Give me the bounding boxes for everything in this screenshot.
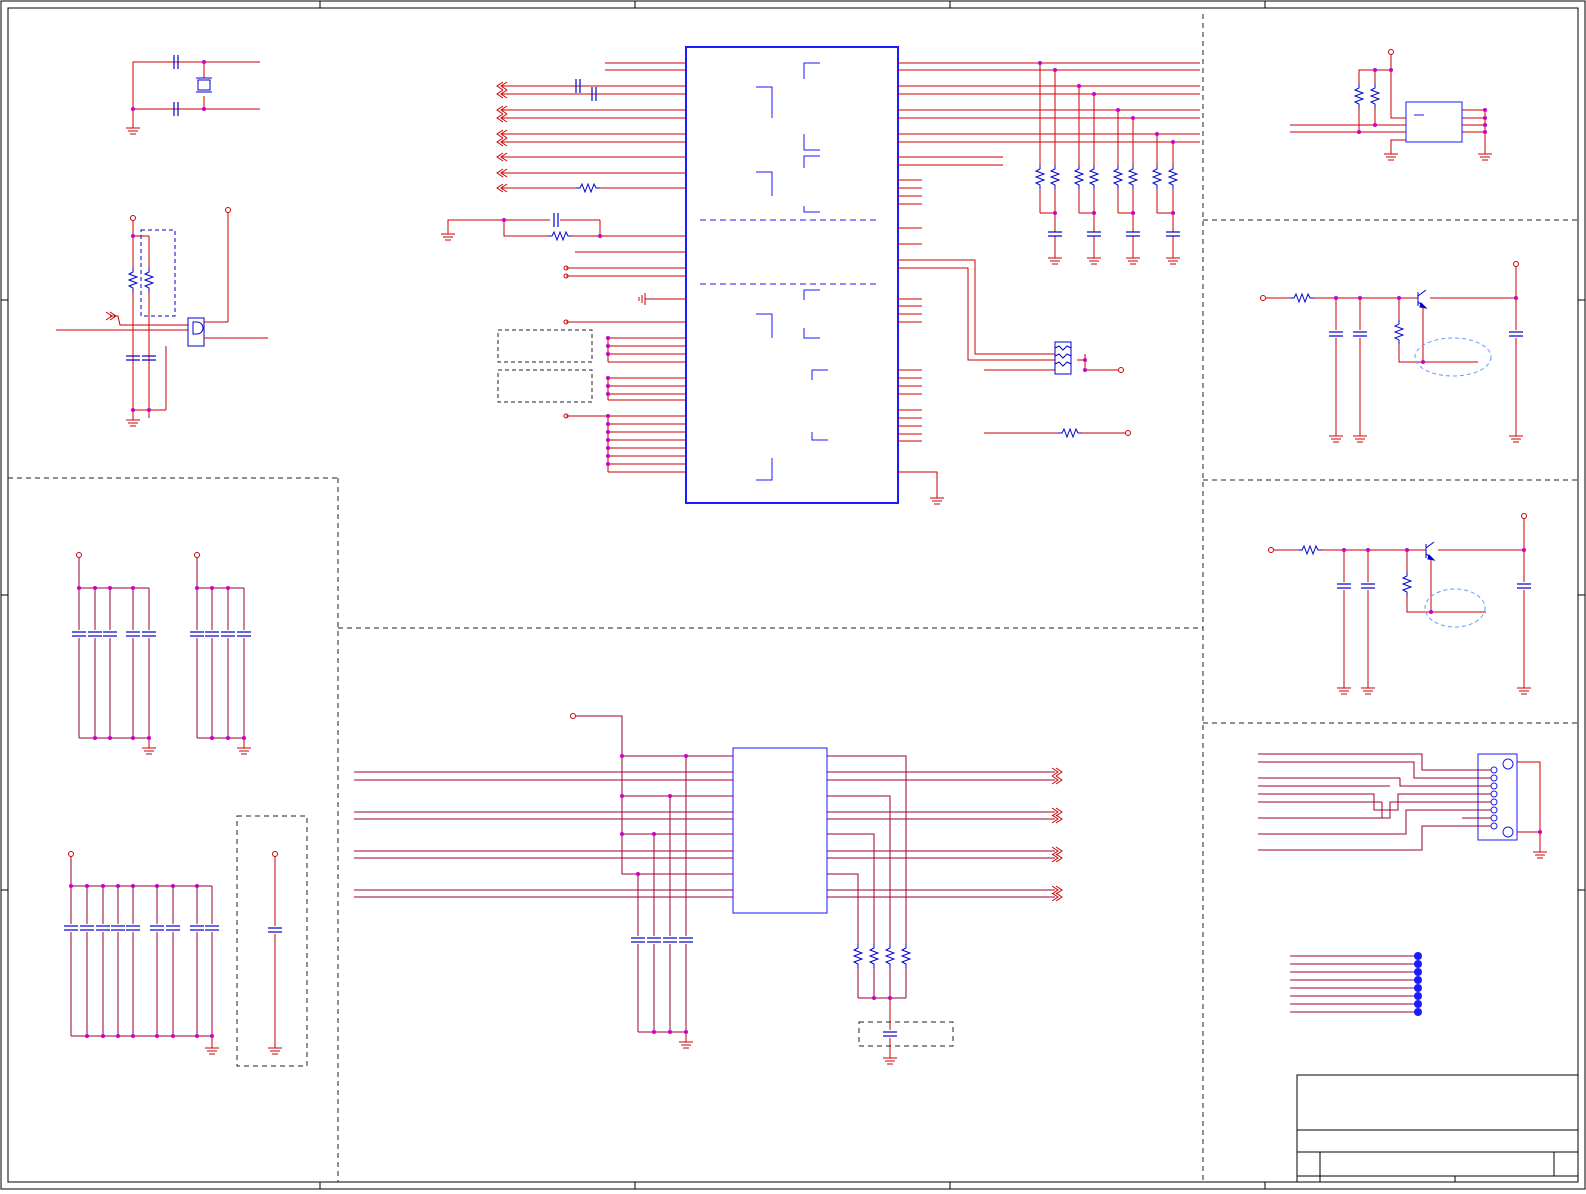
ic-right-components: [929, 341, 1131, 505]
decoupling-group-1-components: [71, 586, 252, 755]
test-points: [1290, 952, 1422, 1016]
reset-junctions: [131, 234, 151, 412]
decoupling-group-2: [68, 851, 213, 1042]
ic-right-pins: [898, 62, 1200, 492]
ic-left-pins: [447, 62, 686, 473]
optional-bulk-capacitor: [236, 815, 308, 1067]
pullup-resistor-network: [1039, 63, 1174, 252]
main-controller-ic: [685, 46, 899, 504]
serial-connector: [1258, 753, 1548, 859]
line-driver-wiring: [354, 713, 1055, 1052]
sheet-border: [0, 0, 1586, 1190]
led-driver-2: [1268, 513, 1527, 682]
title-block: [1296, 1074, 1579, 1183]
eeprom-block: [1290, 49, 1486, 148]
crystal-oscillator: [125, 54, 260, 135]
led-driver-2-components: [1297, 545, 1532, 695]
led-driver-1-components: [1289, 293, 1524, 443]
schematic-drawing: [0, 0, 1586, 1190]
pullup-components: [1035, 61, 1181, 265]
reset-circuit: [56, 207, 268, 427]
ic-left-components: [440, 78, 646, 466]
line-driver-ic: [732, 747, 828, 914]
schematic-sheet: [0, 0, 1586, 1190]
eeprom-components: [1354, 68, 1493, 161]
crystal-junctions: [131, 60, 206, 111]
led-driver-1: [1260, 261, 1519, 430]
decoupling-group-1: [76, 552, 245, 746]
